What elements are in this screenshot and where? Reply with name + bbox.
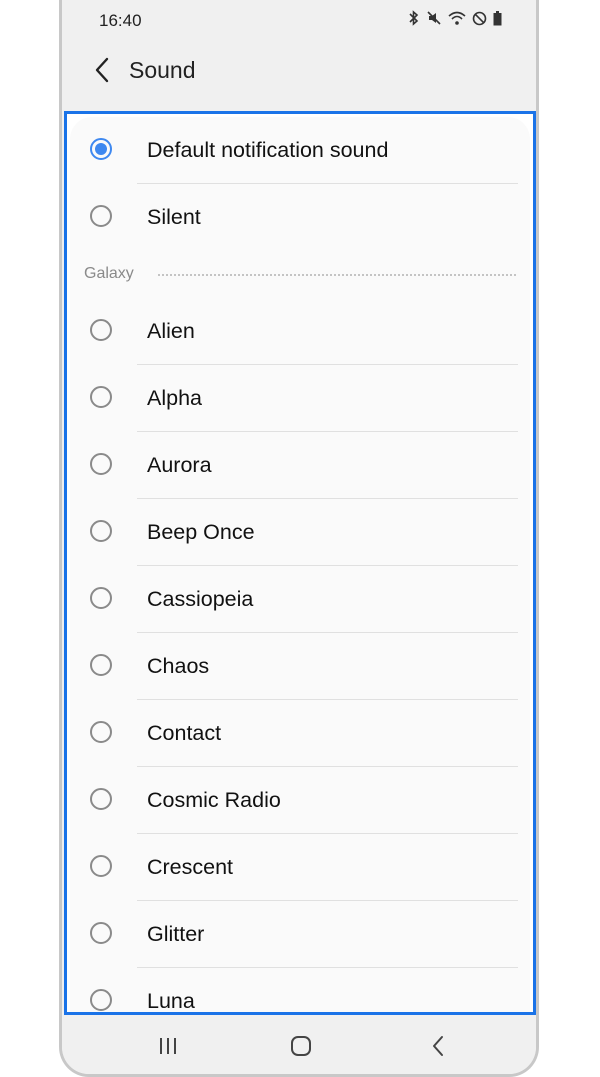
radio-button[interactable]	[90, 922, 112, 944]
status-time: 16:40	[99, 11, 142, 30]
back-button[interactable]	[84, 52, 120, 88]
sound-option-label: Alien	[147, 319, 195, 343]
sound-option-default[interactable]: Default notification sound	[70, 117, 530, 184]
sound-option-chaos[interactable]: Chaos	[70, 633, 530, 700]
sound-option-label: Alpha	[147, 386, 202, 410]
nav-back-button[interactable]	[418, 1030, 458, 1062]
bluetooth-icon	[408, 10, 420, 26]
app-bar: Sound	[62, 40, 536, 110]
sound-option-label: Aurora	[147, 453, 212, 477]
radio-button[interactable]	[90, 587, 112, 609]
sound-option-label: Luna	[147, 989, 195, 1013]
sound-list: Default notification sound Silent Galaxy…	[70, 117, 530, 1012]
radio-button[interactable]	[90, 788, 112, 810]
sound-option-luna[interactable]: Luna	[70, 968, 530, 1013]
sound-option-aurora[interactable]: Aurora	[70, 432, 530, 499]
chevron-left-icon	[95, 57, 109, 83]
sound-option-label: Contact	[147, 721, 222, 745]
wifi-icon	[448, 10, 466, 26]
sound-option-label: Silent	[147, 205, 201, 229]
sound-option-alpha[interactable]: Alpha	[70, 365, 530, 432]
sound-option-label: Cassiopeia	[147, 587, 254, 611]
radio-button[interactable]	[90, 319, 112, 341]
sound-option-label: Crescent	[147, 855, 234, 879]
sound-option-cosmic-radio[interactable]: Cosmic Radio	[70, 767, 530, 834]
sound-option-contact[interactable]: Contact	[70, 700, 530, 767]
highlight-frame: Default notification sound Silent Galaxy…	[64, 111, 536, 1015]
sound-option-cassiopeia[interactable]: Cassiopeia	[70, 566, 530, 633]
recent-apps-button[interactable]	[148, 1030, 188, 1062]
status-bar: 16:40	[62, 0, 536, 40]
section-divider	[158, 274, 516, 276]
sound-option-label: Glitter	[147, 922, 205, 946]
radio-button[interactable]	[90, 138, 112, 160]
mute-icon	[426, 10, 442, 26]
sound-option-silent[interactable]: Silent	[70, 184, 530, 251]
radio-button[interactable]	[90, 205, 112, 227]
radio-button[interactable]	[90, 989, 112, 1011]
radio-button[interactable]	[90, 520, 112, 542]
phone-screen: 16:40 Sound Default notification sound S…	[59, 0, 539, 1077]
recent-apps-icon	[160, 1038, 176, 1054]
do-not-disturb-icon	[472, 11, 487, 26]
radio-button[interactable]	[90, 721, 112, 743]
battery-icon	[493, 10, 502, 26]
sound-option-label: Default notification sound	[147, 138, 389, 162]
page-title: Sound	[129, 57, 196, 83]
radio-button[interactable]	[90, 453, 112, 475]
radio-button[interactable]	[90, 386, 112, 408]
sound-option-glitter[interactable]: Glitter	[70, 901, 530, 968]
sound-option-label: Chaos	[147, 654, 210, 678]
home-button[interactable]	[281, 1030, 321, 1062]
home-icon	[291, 1036, 311, 1056]
back-icon	[433, 1036, 443, 1056]
sound-option-alien[interactable]: Alien	[70, 298, 530, 365]
sound-option-crescent[interactable]: Crescent	[70, 834, 530, 901]
radio-button[interactable]	[90, 654, 112, 676]
sound-option-label: Beep Once	[147, 520, 255, 544]
navigation-bar	[62, 1016, 536, 1074]
section-header-galaxy: Galaxy	[70, 257, 530, 293]
section-label: Galaxy	[84, 265, 134, 282]
sound-option-beep-once[interactable]: Beep Once	[70, 499, 530, 566]
radio-button[interactable]	[90, 855, 112, 877]
sound-option-label: Cosmic Radio	[147, 788, 281, 812]
status-icons	[408, 10, 502, 26]
